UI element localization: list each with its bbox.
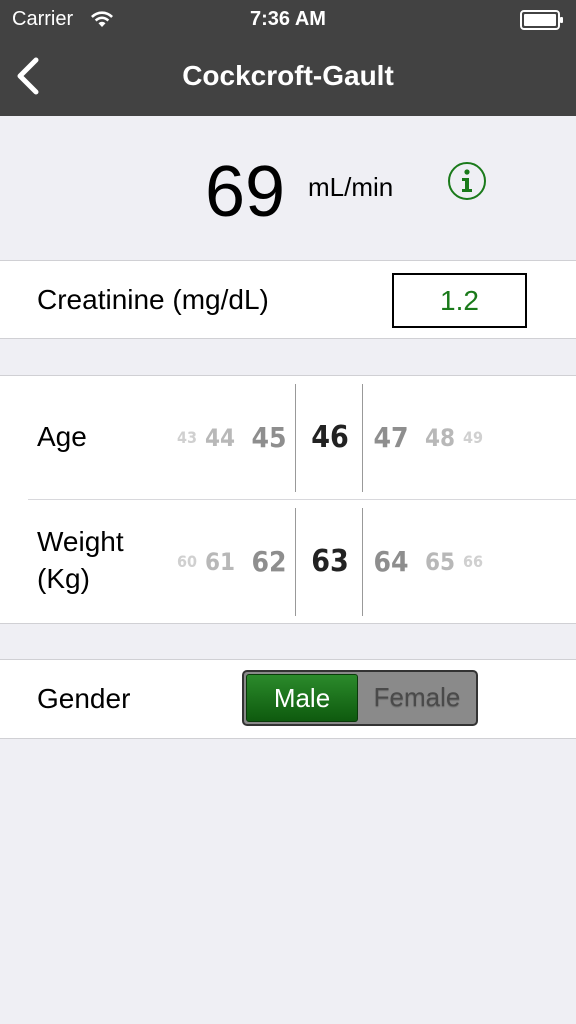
age-picker[interactable]: 43 44 45 46 47 48 49: [170, 384, 490, 492]
age-option[interactable]: 47: [368, 384, 414, 492]
gender-female-option[interactable]: Female: [360, 674, 474, 722]
gender-label: Gender: [37, 683, 131, 714]
age-label: Age: [37, 421, 87, 452]
weight-option[interactable]: 64: [368, 508, 414, 616]
result-unit: mL/min: [308, 172, 394, 202]
gender-male-option[interactable]: Male: [246, 674, 358, 722]
weight-option[interactable]: 65: [420, 508, 460, 616]
info-icon[interactable]: [447, 161, 487, 201]
weight-selected[interactable]: 63: [302, 508, 358, 616]
age-option[interactable]: 45: [246, 384, 292, 492]
weight-option[interactable]: 62: [246, 508, 292, 616]
battery-icon: [520, 10, 563, 30]
age-option[interactable]: 44: [200, 384, 240, 492]
weight-label-line1: Weight: [37, 526, 124, 557]
top-bar: Carrier 7:36 AM Cockcroft-Gault: [0, 0, 576, 116]
age-selected[interactable]: 46: [302, 384, 358, 492]
result-value: 69: [205, 152, 286, 232]
creatinine-section: Creatinine (mg/dL) 1.2: [0, 260, 576, 339]
gender-section: Gender Male Female: [0, 659, 576, 739]
row-divider: [28, 499, 576, 500]
creatinine-label: Creatinine (mg/dL): [37, 284, 269, 315]
gender-toggle[interactable]: Male Female: [242, 670, 478, 726]
weight-option[interactable]: 60: [176, 508, 198, 616]
selection-line-right: [362, 384, 363, 492]
weight-option[interactable]: 66: [462, 508, 484, 616]
selection-line-left: [295, 508, 296, 616]
age-option[interactable]: 43: [176, 384, 198, 492]
creatinine-input[interactable]: 1.2: [392, 273, 527, 328]
age-option[interactable]: 48: [420, 384, 460, 492]
page-title: Cockcroft-Gault: [182, 60, 394, 91]
weight-picker[interactable]: 60 61 62 63 64 65 66: [170, 508, 490, 616]
weight-option[interactable]: 61: [200, 508, 240, 616]
status-bar: Carrier 7:36 AM: [0, 0, 576, 40]
status-time: 7:36 AM: [250, 8, 326, 30]
age-weight-section: Age 43 44 45 46 47 48 49 Weight (Kg) 60 …: [0, 375, 576, 624]
weight-label-line2: (Kg): [37, 563, 90, 594]
selection-line-right: [362, 508, 363, 616]
result-panel: 69 mL/min: [0, 116, 576, 260]
selection-line-left: [295, 384, 296, 492]
age-option[interactable]: 49: [462, 384, 484, 492]
